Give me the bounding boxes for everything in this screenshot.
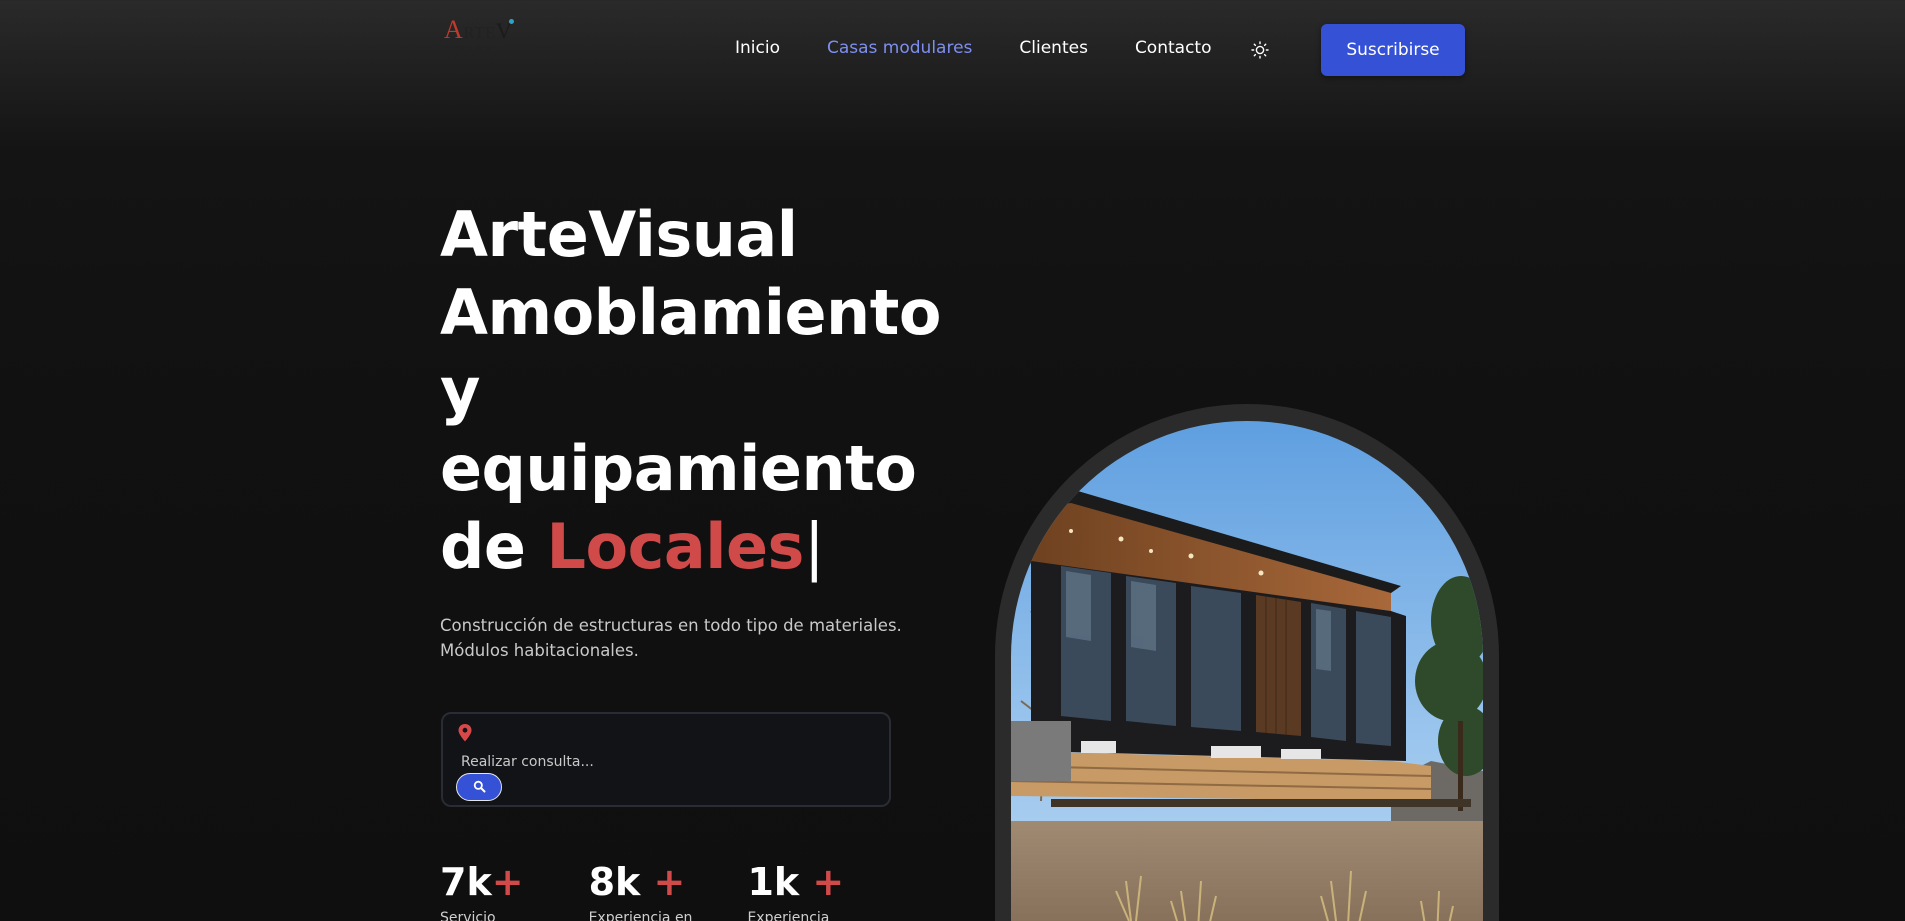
stats-row: 7k+ Servicio 8k + Experiencia en 1k + Ex… bbox=[440, 858, 909, 921]
stat-label: Experiencia en bbox=[588, 910, 693, 921]
stat-plus: + bbox=[812, 860, 845, 904]
hero-subtitle: Construcción de estructuras en todo tipo… bbox=[440, 616, 902, 660]
sun-icon[interactable] bbox=[1250, 40, 1270, 60]
nav-item-inicio[interactable]: Inicio bbox=[735, 38, 780, 58]
stat-item: 7k+ Servicio bbox=[440, 858, 524, 921]
stat-value: 1k bbox=[747, 860, 813, 904]
stat-label: Servicio bbox=[440, 910, 496, 921]
modular-house-image bbox=[1011, 421, 1483, 921]
hero-title-line3: y bbox=[440, 354, 480, 427]
subscribe-button[interactable]: Suscribirse bbox=[1321, 24, 1465, 76]
stat-item: 1k + Experiencia bbox=[747, 858, 844, 921]
brand-logo[interactable]: ARTEVISUAL bbox=[444, 17, 569, 62]
stat-value: 7k bbox=[440, 860, 492, 904]
nav-item-casas-modulares[interactable]: Casas modulares bbox=[827, 38, 972, 58]
stat-plus: + bbox=[653, 860, 686, 904]
consulta-input[interactable] bbox=[461, 751, 861, 773]
stat-item: 8k + Experiencia en bbox=[589, 858, 693, 921]
hero-title-line2: Amoblamiento bbox=[440, 276, 941, 349]
map-pin-icon bbox=[457, 723, 473, 743]
typing-cursor: | bbox=[803, 510, 825, 583]
hero-title: ArteVisual Amoblamiento y equipamiento d… bbox=[440, 196, 980, 586]
stat-plus: + bbox=[491, 860, 524, 904]
nav-item-contacto[interactable]: Contacto bbox=[1135, 38, 1212, 58]
search-button[interactable] bbox=[456, 773, 502, 801]
search-icon bbox=[473, 778, 486, 797]
main-navigation: Inicio Casas modulares Clientes Contacto bbox=[735, 38, 1258, 58]
logo-wordmark: ARTEVISUAL bbox=[444, 15, 515, 61]
hero-title-highlight: Locales bbox=[546, 510, 805, 583]
hero-title-line4: equipamiento bbox=[440, 432, 917, 505]
consulta-search-box bbox=[441, 712, 891, 807]
stat-label: Experiencia bbox=[747, 910, 830, 921]
nav-item-clientes[interactable]: Clientes bbox=[1019, 38, 1088, 58]
hero-title-line1: ArteVisual bbox=[440, 198, 798, 271]
hero-title-prefix: de bbox=[440, 510, 547, 583]
stat-value: 8k bbox=[588, 860, 654, 904]
